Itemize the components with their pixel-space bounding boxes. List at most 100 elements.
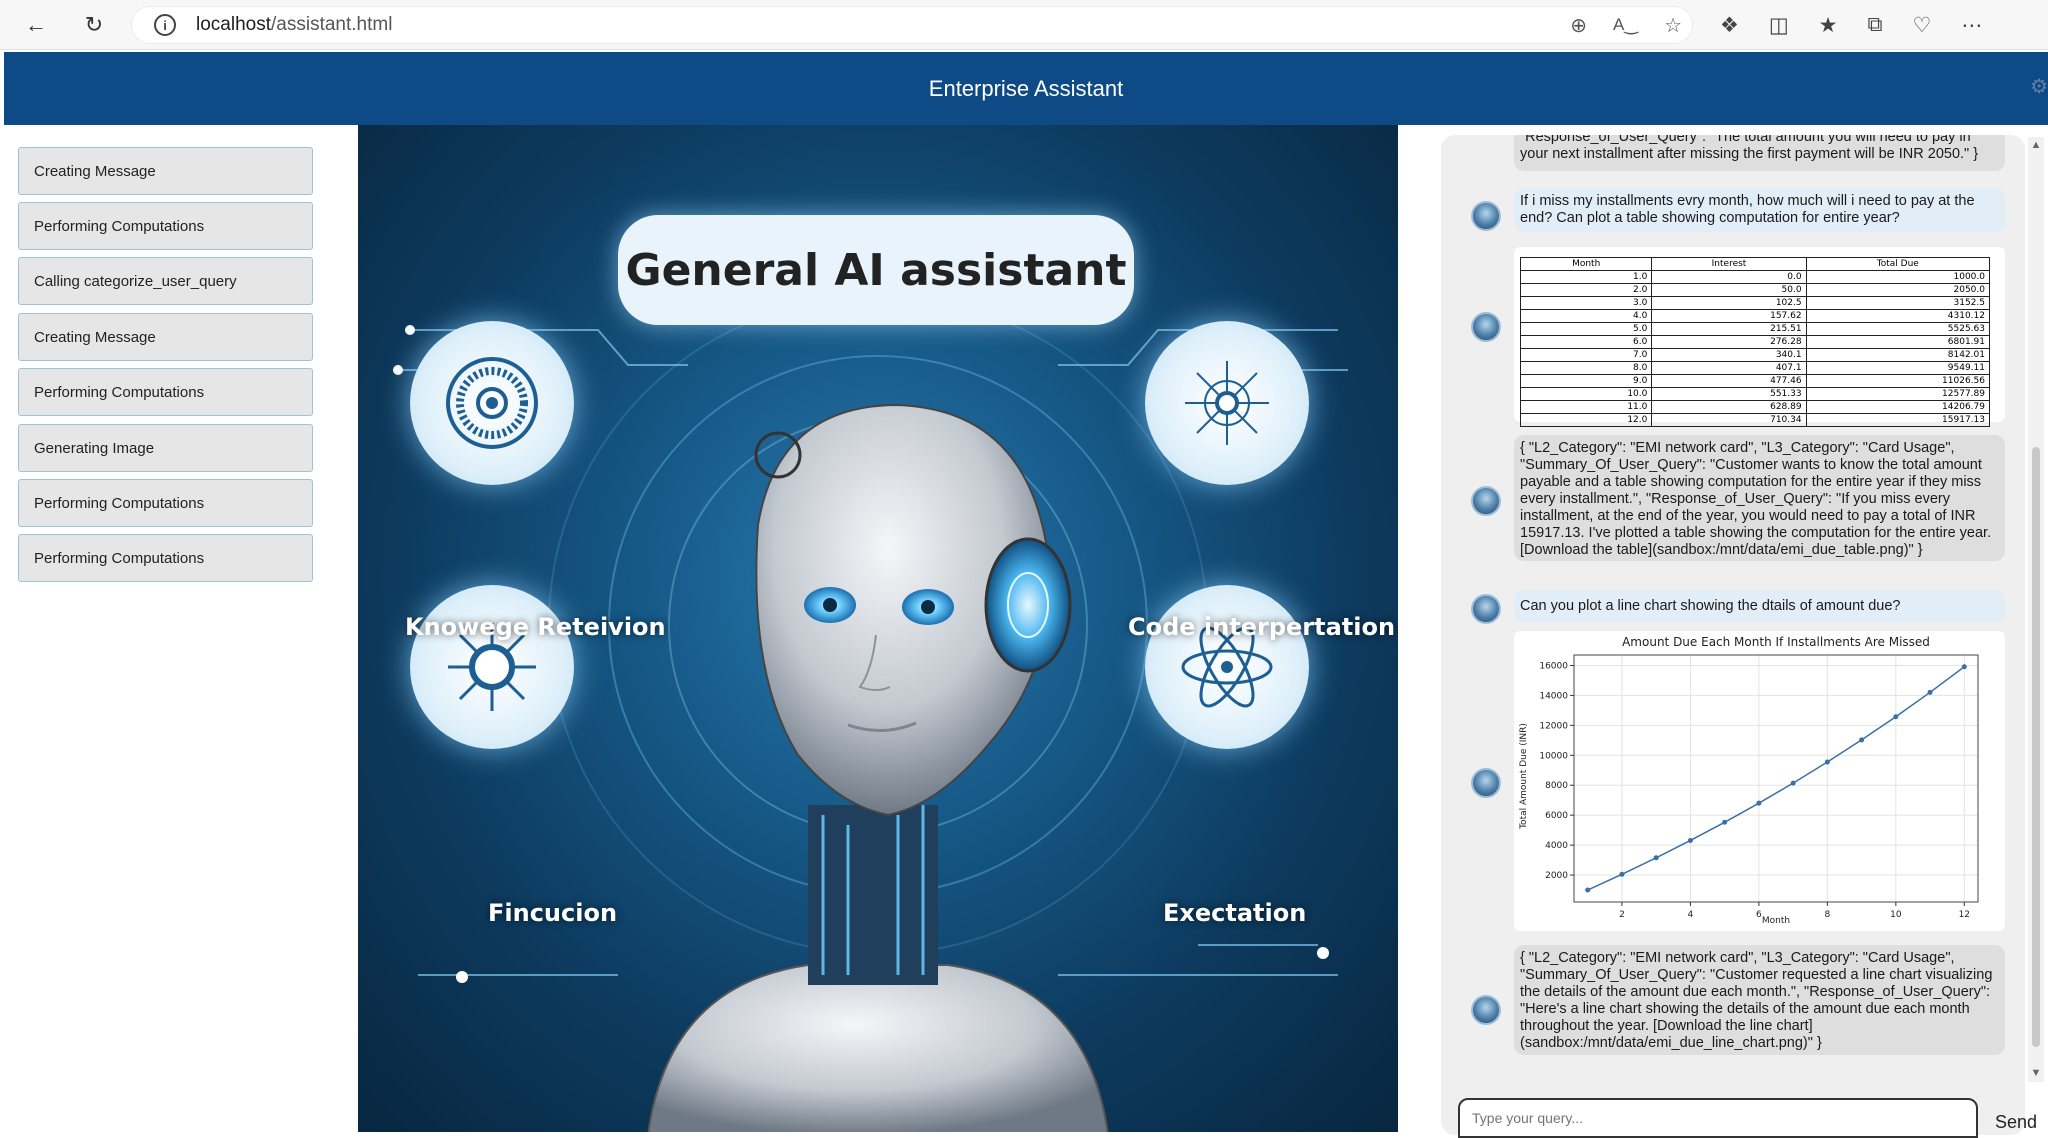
table-row: 8.0 407.1 9549.11 [1519,361,1991,375]
scroll-thumb[interactable] [2032,447,2040,1047]
table-cell: 11.0 [1519,400,1653,414]
favorite-star-icon[interactable]: ☆ [1664,13,1682,38]
table-cell: 3.0 [1519,296,1653,310]
url-text: localhost/assistant.html [196,14,393,35]
scroll-up-icon[interactable]: ▲ [2029,139,2043,151]
table-cell: 14206.79 [1805,400,1991,414]
table-cell: 8.0 [1519,361,1653,375]
table-row: 6.0 276.28 6801.91 [1519,335,1991,349]
table-row: 11.0 628.89 14206.79 [1519,400,1991,414]
hero-label-function: Fincucion [488,899,618,927]
chart-series-line [1587,666,1965,891]
step-button[interactable]: Performing Computations [18,202,313,250]
code-interpretation-icon [1145,321,1309,485]
table-cell: 4310.12 [1805,309,1991,323]
split-screen-icon[interactable]: ◫ [1769,13,1789,38]
chart-ytick-label: 8000 [1545,781,1568,791]
avatar [1471,995,1501,1025]
avatar [1471,594,1501,624]
table-cell: 1000.0 [1805,270,1991,284]
table-cell: 9.0 [1519,374,1653,388]
step-button[interactable]: Performing Computations [18,368,313,416]
chart-ytick-label: 6000 [1545,811,1568,821]
table-cell: 15917.13 [1805,413,1991,427]
chart-point [1585,887,1591,893]
table-cell: 6.0 [1519,335,1653,349]
hero-title: General AI assistant [625,244,1127,296]
step-button[interactable]: Creating Message [18,313,313,361]
chart-title: Amount Due Each Month If Installments Ar… [1622,635,1930,649]
more-menu-icon[interactable]: ⋯ [1961,13,1982,38]
steps-sidebar: Creating Message Performing Computations… [0,125,358,1132]
table-cell: 0.0 [1651,270,1807,284]
step-button[interactable]: Performing Computations [18,479,313,527]
chart-point [1824,759,1830,765]
table-cell: 50.0 [1651,283,1807,297]
gear-icon[interactable]: ⚙ [2030,74,2048,99]
robot-illustration [647,403,1109,1132]
step-button[interactable]: Creating Message [18,147,313,195]
extensions-icon[interactable]: ❖ [1720,13,1739,38]
table-row: 3.0 102.5 3152.5 [1519,296,1991,310]
hero-label-code: Code interpertation [1128,613,1396,641]
table-row: 5.0 215.51 5525.63 [1519,322,1991,336]
table-header: Month [1519,257,1653,271]
chart-xtick-label: 8 [1824,910,1830,920]
chat-scrollbar[interactable]: ▲ ▼ [2028,137,2044,1082]
scroll-down-icon[interactable]: ▼ [2029,1067,2043,1079]
table-row: 2.0 50.0 2050.0 [1519,283,1991,297]
table-cell: 5525.63 [1805,322,1991,336]
favorites-icon[interactable]: ★ [1819,13,1838,38]
app-header: Enterprise Assistant ⚙ [4,52,2048,125]
table-row: 1.0 0.0 1000.0 [1519,270,1991,284]
avatar [1471,486,1501,516]
chart-xtick-label: 4 [1688,910,1694,920]
chart-point [1687,837,1693,843]
chart-point [1893,714,1899,720]
read-aloud-icon[interactable]: A‿ [1613,15,1638,35]
bot-message: "Response_of_User_Query": "The total amo… [1514,135,2005,171]
app-title: Enterprise Assistant [928,75,1124,101]
table-cell: 6801.91 [1805,335,1991,349]
chart-ytick-label: 12000 [1539,721,1568,731]
table-cell: 710.34 [1651,413,1807,427]
address-bar[interactable]: i localhost/assistant.html ⊕ A‿ ☆ [132,7,1692,43]
table-row: 7.0 340.1 8142.01 [1519,348,1991,362]
browser-essentials-icon[interactable]: ♡ [1913,13,1932,38]
zoom-icon[interactable]: ⊕ [1570,13,1587,38]
avatar [1471,201,1501,231]
step-button[interactable]: Calling categorize_user_query [18,257,313,305]
chart-point [1859,737,1865,743]
chart-point [1927,689,1933,695]
back-icon[interactable]: ← [18,7,54,43]
hero-label-execution: Exectation [1163,899,1307,927]
chart-xtick-label: 2 [1619,910,1625,920]
table-header: Interest [1651,257,1807,271]
table-cell: 407.1 [1651,361,1807,375]
table-cell: 2.0 [1519,283,1653,297]
table-cell: 12577.89 [1805,387,1991,401]
collections-icon[interactable]: ⧉ [1868,13,1883,37]
table-row: 4.0 157.62 4310.12 [1519,309,1991,323]
table-row: 9.0 477.46 11026.56 [1519,374,1991,388]
hero-title-box: General AI assistant [618,215,1134,325]
site-info-icon[interactable]: i [154,14,176,36]
query-input[interactable] [1458,1098,1978,1138]
chat-panel: "Response_of_User_Query": "The total amo… [1398,125,2048,1135]
table-cell: 157.62 [1651,309,1807,323]
table-cell: 628.89 [1651,400,1807,414]
table-cell: 215.51 [1651,322,1807,336]
user-message: Can you plot a line chart showing the dt… [1514,590,2005,622]
step-button[interactable]: Performing Computations [18,534,313,582]
chart-point [1722,819,1728,825]
send-button[interactable]: Send [1995,1112,2037,1133]
hero-image: General AI assistant Knowege Reteivion C… [358,125,1398,1132]
reload-icon[interactable]: ↻ [76,7,112,43]
table-cell: 1.0 [1519,270,1653,284]
chart-ytick-label: 16000 [1539,661,1568,671]
chat-history[interactable]: "Response_of_User_Query": "The total amo… [1441,135,2025,1135]
chart-xtick-label: 12 [1959,910,1970,920]
step-button[interactable]: Generating Image [18,424,313,472]
emi-due-table: Month Interest Total Due 1.0 0.0 1000.0 2.0… [1519,257,1991,427]
table-cell: 7.0 [1519,348,1653,362]
